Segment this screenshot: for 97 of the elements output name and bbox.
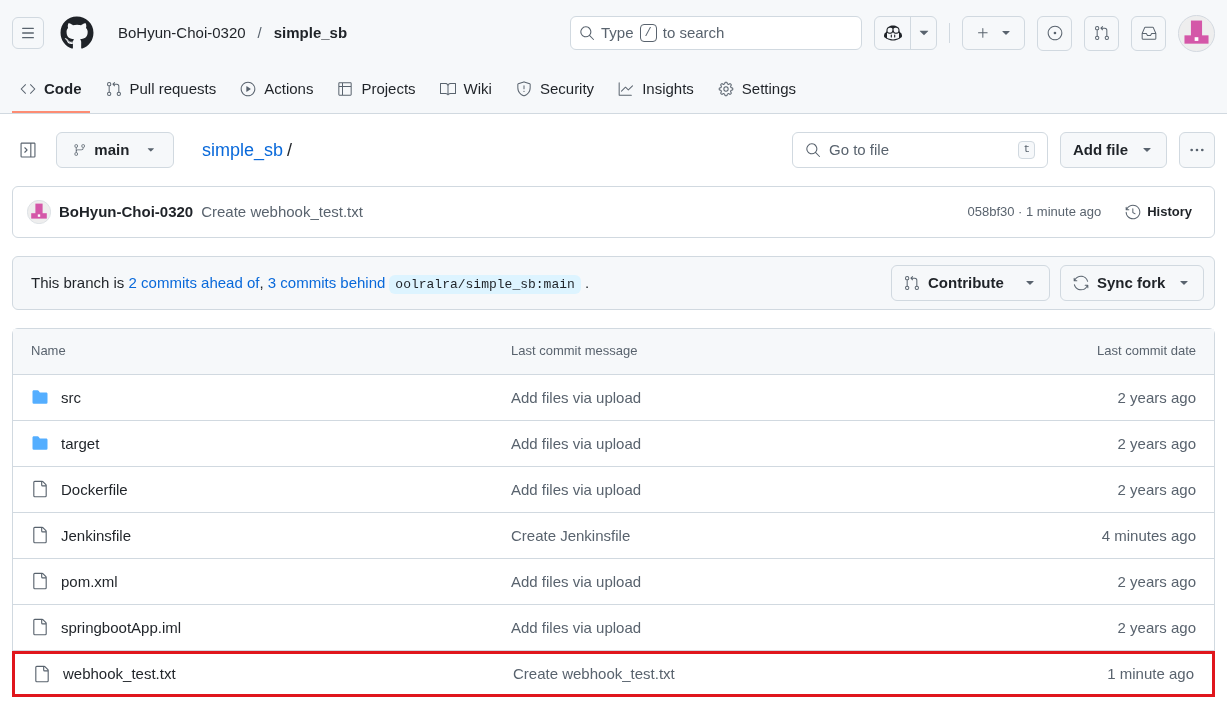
commit-date: 4 minutes ago bbox=[1101, 525, 1196, 546]
file-name-link[interactable]: target bbox=[61, 432, 100, 455]
file-name-link[interactable]: src bbox=[61, 386, 81, 409]
contribute-button[interactable]: Contribute bbox=[891, 265, 1050, 301]
path-separator: / bbox=[257, 23, 262, 44]
branch-status-text: This branch is 2 commits ahead of, 3 commits behind oolralra/simple_sb:main . bbox=[31, 272, 590, 295]
file-row[interactable]: springbootApp.iml Add files via upload 2 years ago bbox=[13, 605, 1214, 651]
file-icon bbox=[31, 572, 49, 591]
commit-message-link[interactable]: Create webhook_test.txt bbox=[201, 201, 363, 223]
menu-icon bbox=[20, 25, 36, 41]
file-row[interactable]: webhook_test.txt Create webhook_test.txt 1 minute ago bbox=[12, 651, 1215, 697]
go-to-file-placeholder: Go to file bbox=[829, 140, 891, 161]
commit-date: 2 years ago bbox=[1117, 617, 1196, 638]
branch-select-button[interactable]: main bbox=[56, 132, 174, 168]
repo-tab[interactable]: Insights bbox=[610, 73, 702, 105]
keyboard-shortcut: / bbox=[639, 24, 657, 42]
search-field[interactable]: Type / to search bbox=[570, 16, 862, 50]
commit-meta: 058bf30 · 1 minute ago bbox=[967, 202, 1102, 221]
copilot-icon bbox=[883, 24, 902, 42]
file-name-link[interactable]: pom.xml bbox=[61, 570, 118, 593]
file-row[interactable]: pom.xml Add files via upload 2 years ago bbox=[13, 559, 1214, 605]
commit-date: 2 years ago bbox=[1117, 387, 1196, 408]
user-avatar bbox=[1178, 14, 1215, 52]
commit-compare-link[interactable]: 2 commits ahead of bbox=[128, 273, 260, 291]
menu-button[interactable] bbox=[12, 17, 44, 49]
pull-requests-button[interactable] bbox=[1084, 15, 1119, 51]
commit-date: 2 years ago bbox=[1117, 479, 1196, 500]
column-header: Name bbox=[31, 342, 67, 361]
repo-tab[interactable]: Security bbox=[507, 73, 603, 105]
book-icon bbox=[439, 81, 456, 97]
sync-fork-button[interactable]: Sync fork bbox=[1060, 265, 1204, 301]
folder-icon bbox=[31, 388, 49, 407]
keyboard-shortcut: t bbox=[1018, 141, 1035, 159]
upstream-branch-label: oolralra/simple_sb:main bbox=[389, 274, 581, 294]
file-icon bbox=[31, 526, 49, 545]
inbox-icon bbox=[1140, 25, 1157, 41]
file-row[interactable]: src Add files via upload 2 years ago bbox=[13, 375, 1214, 421]
repo-link[interactable]: simple_sb bbox=[273, 22, 348, 44]
inbox-button[interactable] bbox=[1131, 15, 1166, 51]
play-icon bbox=[240, 81, 257, 97]
issues-button[interactable] bbox=[1037, 15, 1072, 51]
commit-author-link[interactable]: BoHyun-Choi-0320 bbox=[59, 201, 194, 223]
file-row[interactable]: Jenkinsfile Create Jenkinsfile 4 minutes ago bbox=[13, 513, 1214, 559]
commit-message-link[interactable]: Add files via upload bbox=[511, 570, 1118, 593]
sidebar-icon bbox=[19, 141, 37, 159]
pull-request-icon bbox=[904, 275, 920, 291]
commit-date: 2 years ago bbox=[1117, 433, 1196, 454]
add-file-button[interactable]: Add file bbox=[1060, 132, 1167, 168]
table-icon bbox=[337, 81, 354, 97]
author-avatar bbox=[27, 200, 51, 224]
search-placeholder: to search bbox=[662, 23, 725, 44]
history-icon bbox=[1125, 204, 1142, 220]
commit-message-link[interactable]: Add files via upload bbox=[511, 616, 1118, 639]
file-icon bbox=[31, 480, 49, 499]
pull-request-icon bbox=[1093, 25, 1110, 41]
file-row[interactable]: target Add files via upload 2 years ago bbox=[13, 421, 1214, 467]
sync-icon bbox=[1073, 275, 1089, 291]
shield-icon bbox=[515, 81, 532, 97]
pull-request-icon bbox=[105, 81, 122, 97]
column-header: Last commit date bbox=[1097, 342, 1196, 361]
file-name-link[interactable]: Jenkinsfile bbox=[61, 524, 132, 547]
commit-date: 1 minute ago bbox=[1107, 664, 1194, 685]
file-row[interactable]: Dockerfile Add files via upload 2 years ago bbox=[13, 467, 1214, 513]
file-icon bbox=[33, 665, 51, 683]
column-header: Last commit message bbox=[511, 342, 639, 361]
github-logo-icon[interactable] bbox=[60, 16, 94, 50]
commit-message-link[interactable]: Create webhook_test.txt bbox=[513, 663, 1108, 685]
commit-message-link[interactable]: Add files via upload bbox=[511, 432, 1118, 455]
commit-message-link[interactable]: Add files via upload bbox=[511, 386, 1118, 409]
code-icon bbox=[20, 81, 36, 97]
owner-link[interactable]: BoHyun-Choi-0320 bbox=[118, 22, 246, 44]
commit-date: 2 years ago bbox=[1117, 571, 1196, 592]
path-separator: / bbox=[287, 139, 293, 162]
file-name-link[interactable]: springbootApp.iml bbox=[61, 616, 182, 639]
repo-tab[interactable]: Pull requests bbox=[97, 73, 225, 105]
repo-tab[interactable]: Actions bbox=[232, 73, 322, 105]
repo-tab[interactable]: Settings bbox=[709, 73, 805, 105]
search-icon bbox=[579, 25, 595, 41]
repo-path-link[interactable]: simple_sb bbox=[202, 136, 284, 164]
settings-icon bbox=[717, 81, 734, 97]
folder-icon bbox=[31, 434, 49, 453]
issue-icon bbox=[1046, 25, 1063, 41]
search-placeholder: Type bbox=[601, 23, 634, 44]
graph-icon bbox=[618, 81, 635, 97]
repo-tab[interactable]: Code bbox=[12, 73, 90, 105]
file-name-link[interactable]: Dockerfile bbox=[61, 478, 128, 501]
search-icon bbox=[805, 142, 821, 158]
history-link[interactable]: History bbox=[1125, 202, 1192, 222]
commit-message-link[interactable]: Add files via upload bbox=[511, 478, 1118, 501]
file-icon bbox=[31, 618, 49, 637]
repo-tab[interactable]: Wiki bbox=[431, 73, 500, 105]
file-name-link[interactable]: webhook_test.txt bbox=[63, 663, 176, 685]
go-to-file-field[interactable]: Go to file t bbox=[792, 132, 1048, 168]
branch-icon bbox=[73, 142, 87, 158]
commit-message-link[interactable]: Create Jenkinsfile bbox=[511, 524, 1102, 547]
repo-tab[interactable]: Projects bbox=[329, 73, 424, 105]
commit-compare-link[interactable]: 3 commits behind bbox=[267, 273, 386, 291]
